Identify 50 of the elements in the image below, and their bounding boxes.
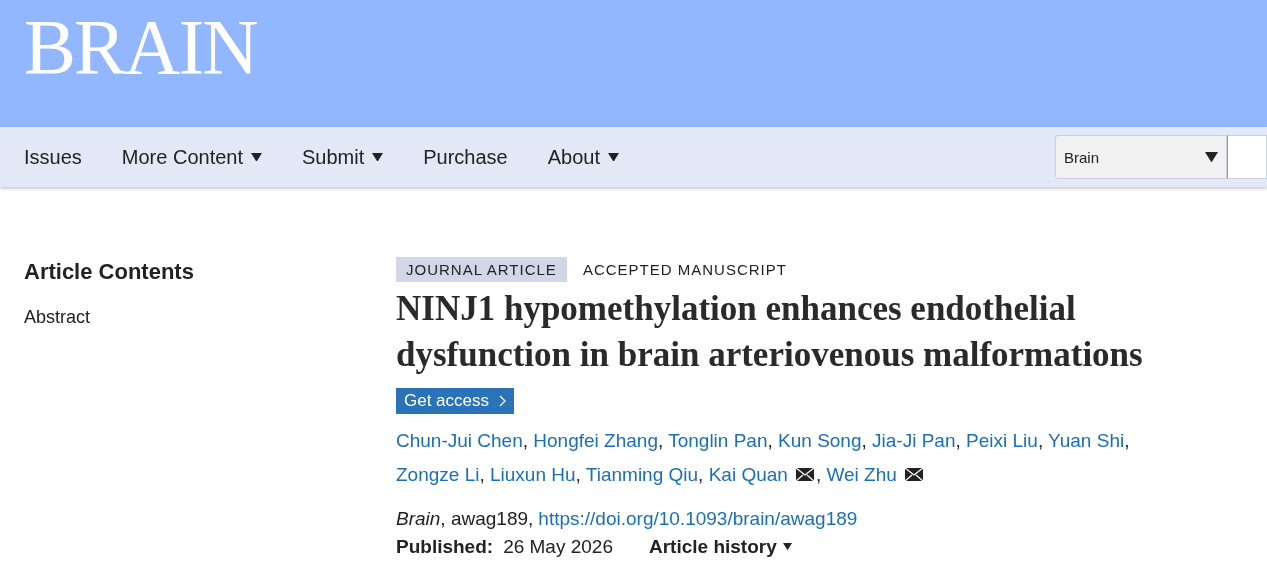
author-link[interactable]: Chun-Jui Chen	[396, 430, 523, 451]
article-id: , awag189,	[440, 508, 534, 530]
nav-link[interactable]: About	[547, 145, 619, 169]
published-label: Published:	[396, 536, 494, 558]
separator-text: ,	[767, 430, 773, 451]
article-type-label: JOURNAL ARTICLE	[396, 257, 567, 282]
caret-icon	[372, 152, 384, 162]
author-link[interactable]: Liuxun Hu	[490, 464, 576, 485]
author-link[interactable]: Tianming Qiu	[585, 464, 699, 485]
journal-name: Brain	[396, 508, 441, 530]
caret-icon	[251, 152, 262, 162]
chevron-icon	[499, 395, 507, 407]
author-link[interactable]: Kai Quan	[708, 464, 788, 485]
envelope-icon[interactable]	[795, 468, 814, 481]
search-field[interactable]	[1227, 135, 1267, 179]
envelope-icon[interactable]	[904, 468, 923, 481]
article-title: NINJ1 hypomethylation enhances endothelial dysfunction in brain arteriovenous malformations	[396, 288, 1144, 376]
contents-link[interactable]: Abstract	[24, 307, 91, 328]
separator-text: ,	[815, 464, 822, 485]
get-access-button[interactable]: Get access	[396, 388, 515, 414]
author-link[interactable]: Yuan Shi	[1048, 430, 1125, 451]
separator-text: ,	[657, 430, 664, 451]
separator-text: ,	[522, 430, 529, 451]
sidebar-title: Article Contents	[24, 258, 195, 285]
caret-icon	[782, 543, 792, 551]
separator-text: ,	[955, 430, 961, 451]
author-link[interactable]: Tonglin Pan	[668, 430, 768, 451]
separator-text: ,	[575, 464, 581, 485]
published-date: 26 May 2026	[503, 536, 613, 558]
author-link[interactable]: Jia-Ji Pan	[872, 430, 956, 451]
separator-text: ,	[1037, 430, 1044, 451]
article-type-label: ACCEPTED MANUSCRIPT	[581, 260, 788, 280]
search-scope-dropdown[interactable]: Brain	[1055, 135, 1227, 179]
author-link[interactable]: Peixi Liu	[966, 430, 1038, 451]
nav-link[interactable]: Purchase	[423, 145, 508, 169]
caret-icon	[1205, 151, 1218, 163]
author-link[interactable]: Wei Zhu	[826, 464, 897, 485]
separator-text: ,	[1124, 430, 1130, 451]
nav-link[interactable]: Submit	[302, 145, 384, 169]
nav-link[interactable]: Issues	[24, 145, 82, 169]
separator-text: ,	[479, 464, 485, 485]
author-link[interactable]: Kun Song	[778, 430, 862, 451]
caret-icon	[608, 152, 619, 162]
separator-text: ,	[861, 430, 867, 451]
author-link[interactable]: Zongze Li	[396, 464, 480, 485]
author-link[interactable]: Hongfei Zhang	[533, 430, 658, 451]
doi-link[interactable]: https://doi.org/10.1093/brain/awag189	[538, 508, 858, 530]
separator-text: ,	[698, 464, 704, 485]
nav-link[interactable]: More Content	[121, 145, 262, 169]
article-history-toggle[interactable]: Article history	[649, 536, 792, 558]
